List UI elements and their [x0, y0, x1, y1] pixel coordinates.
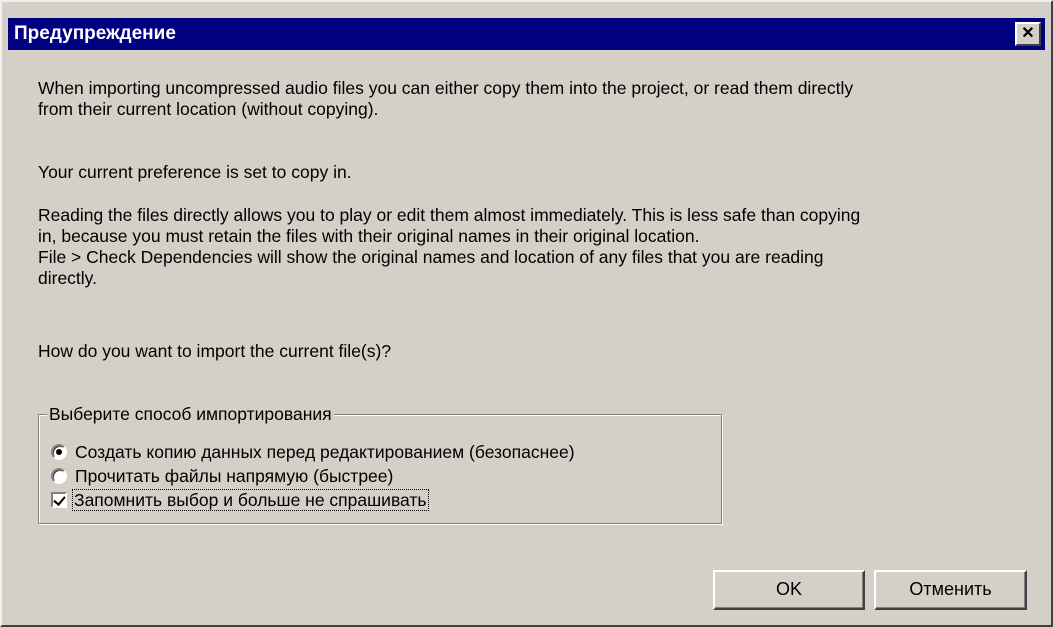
message-question: How do you want to import the current fi…: [38, 341, 392, 361]
radio-copy-label[interactable]: Создать копию данных перед редактировани…: [75, 442, 575, 462]
message-paragraph-1: When importing uncompressed audio files …: [38, 78, 854, 119]
checkbox-icon[interactable]: [51, 492, 67, 508]
group-legend: Выберите способ импортирования: [47, 403, 334, 425]
remember-choice-checkbox[interactable]: Запомнить выбор и больше не спрашивать: [51, 489, 429, 511]
radio-direct-label[interactable]: Прочитать файлы напрямую (быстрее): [75, 466, 393, 486]
close-icon: ✕: [1021, 25, 1035, 42]
import-method-group: Выберите способ импортирования Создать к…: [38, 403, 722, 524]
ok-button[interactable]: OK: [713, 570, 865, 610]
close-button[interactable]: ✕: [1015, 22, 1041, 46]
remember-choice-label[interactable]: Запомнить выбор и больше не спрашивать: [72, 489, 429, 511]
radio-icon[interactable]: [51, 468, 67, 484]
radio-icon[interactable]: [51, 444, 67, 460]
title-bar[interactable]: Предупреждение ✕: [8, 18, 1045, 50]
message-paragraph-2: Your current preference is set to copy i…: [38, 162, 352, 182]
cancel-button[interactable]: Отменить: [874, 570, 1027, 610]
warning-dialog: Предупреждение ✕ When importing uncompre…: [0, 0, 1053, 627]
message-paragraph-3: Reading the files directly allows you to…: [38, 205, 861, 288]
radio-direct-option[interactable]: Прочитать файлы напрямую (быстрее): [51, 465, 393, 487]
radio-copy-option[interactable]: Создать копию данных перед редактировани…: [51, 441, 575, 463]
window-title: Предупреждение: [14, 23, 176, 44]
